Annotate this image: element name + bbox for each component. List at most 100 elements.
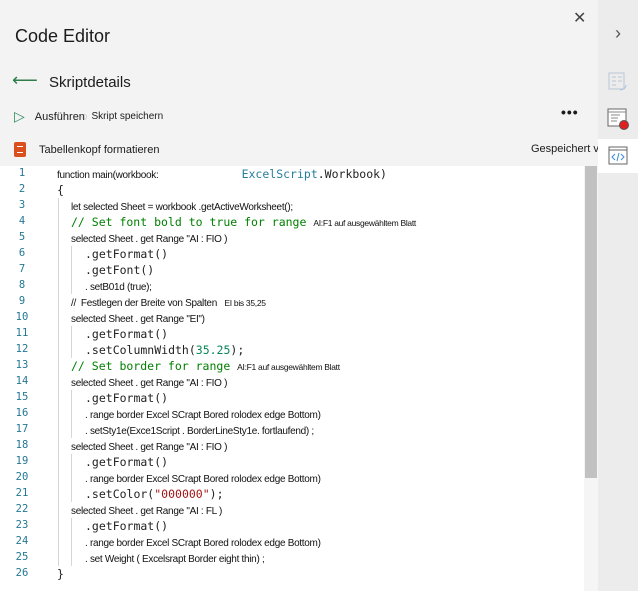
code-line[interactable]: 6 .getFormat() [0, 246, 584, 262]
code-line[interactable]: 5 selected Sheet . get Range "AI : FIO ) [0, 230, 584, 246]
code-line[interactable]: 17 . setSty1e(Exce1Script . BorderLineSty… [0, 422, 584, 438]
code-text: .getFormat() [85, 246, 168, 262]
code-token: function main(workbook: [57, 170, 159, 181]
line-number: 15 [15, 391, 29, 403]
code-line[interactable]: 14 selected Sheet . get Range "AI : FIO ) [0, 374, 584, 390]
collapse-pane-button[interactable]: › [598, 16, 638, 50]
line-number: 22 [15, 503, 29, 515]
line-number: 20 [15, 471, 29, 483]
code-line[interactable]: 16 . range border Excel SCrapt Bored rolo… [0, 406, 584, 422]
code-text: .getFormat() [85, 454, 168, 470]
indent-guide [71, 470, 72, 486]
code-line[interactable]: 13 // Set border for range AI:F1 auf ausg… [0, 358, 584, 374]
code-text: .getFont() [85, 262, 154, 278]
code-line[interactable]: 20 . range border Excel SCrapt Bored rolo… [0, 470, 584, 486]
vertical-scrollbar[interactable] [584, 166, 598, 591]
code-line[interactable]: 10 selected Sheet . get Range "EI") [0, 310, 584, 326]
arrow-left-icon[interactable]: ⟵ [12, 70, 38, 91]
line-number: 3 [18, 199, 26, 211]
indent-guide [58, 374, 59, 390]
line-number: 16 [15, 407, 29, 419]
code-token: selected Sheet . get Range "AI : FIO ) [71, 442, 228, 453]
line-number: 23 [15, 519, 29, 531]
line-number: 11 [15, 327, 29, 339]
code-line[interactable]: 9 // Festlegen der Breite von Spalten EI … [0, 294, 584, 310]
line-number: 24 [15, 535, 29, 547]
code-line[interactable]: 21 .setColor("000000"); [0, 486, 584, 502]
code-token: } [57, 567, 64, 581]
code-line[interactable]: 1 function main(workbook: ExcelScript.Wor… [0, 166, 584, 182]
line-number: 18 [15, 439, 29, 451]
indent-guide [58, 358, 59, 374]
record-script-button[interactable] [598, 102, 638, 136]
indent-guide [58, 534, 59, 550]
chevron-right-icon: › [615, 22, 621, 43]
indent-guide [58, 470, 59, 486]
table-refresh-icon [608, 72, 627, 91]
line-number: 19 [15, 455, 29, 467]
code-token: .getFont() [85, 263, 155, 277]
indent-guide [58, 310, 59, 326]
code-line[interactable]: 18 selected Sheet . get Range "AI : FIO ) [0, 438, 584, 454]
table-refresh-button[interactable] [598, 65, 638, 99]
save-script-button[interactable]: Skript speichern [91, 111, 163, 122]
code-line[interactable]: 19 .getFormat() [0, 454, 584, 470]
code-line[interactable]: 4 // Set font bold to true for range AI:F… [0, 214, 584, 230]
code-token: // Set border for range [71, 359, 238, 373]
code-line[interactable]: 3 let selected Sheet = workbook .getActiv… [0, 198, 584, 214]
save-icon[interactable]: ◌ [81, 111, 88, 123]
indent-guide [71, 454, 72, 470]
line-number: 4 [18, 215, 26, 227]
code-line[interactable]: 24 . range border Excel SCrapt Bored rolo… [0, 534, 584, 550]
script-name-row: Tabellenkopf formatieren [14, 142, 159, 157]
indent-guide [58, 502, 59, 518]
indent-guide [71, 262, 72, 278]
code-editor[interactable]: 1 function main(workbook: ExcelScript.Wor… [0, 166, 598, 591]
indent-guide [58, 454, 59, 470]
run-button[interactable]: Ausführen [35, 111, 85, 123]
code-line[interactable]: 15 .getFormat() [0, 390, 584, 406]
line-number: 7 [18, 263, 26, 275]
code-token: ); [230, 343, 245, 357]
more-options-button[interactable]: ••• [561, 104, 579, 120]
code-text: .getFormat() [85, 326, 168, 342]
indent-guide [58, 278, 59, 294]
line-number: 14 [15, 375, 29, 387]
code-token: selected Sheet . get Range "AI : FIO ) [71, 378, 228, 389]
code-text: .getFormat() [85, 518, 168, 534]
code-line[interactable]: 8 . setB01d (true); [0, 278, 584, 294]
indent-guide [58, 390, 59, 406]
scrollbar-thumb[interactable] [585, 166, 597, 478]
right-rail: › [598, 0, 638, 591]
code-token: 35.25 [195, 343, 231, 357]
code-token: selected Sheet . get Range "AI : FIO ) [71, 234, 228, 245]
code-line[interactable]: 2{ [0, 182, 584, 198]
panel-title: Code Editor [15, 26, 111, 46]
page-subtitle: Skriptdetails [49, 74, 131, 91]
code-token: .getFormat() [85, 247, 169, 261]
indent-guide [58, 518, 59, 534]
line-number: 2 [18, 183, 26, 195]
line-number: 8 [18, 279, 26, 291]
indent-guide [58, 550, 59, 566]
code-line[interactable]: 11 .getFormat() [0, 326, 584, 342]
play-icon[interactable]: ▷ [14, 108, 25, 125]
line-number: 13 [15, 359, 29, 371]
code-token: .getFormat() [85, 391, 169, 405]
indent-guide [58, 214, 59, 230]
line-number: 5 [18, 231, 26, 243]
code-line[interactable]: 26} [0, 566, 584, 582]
line-number: 26 [15, 567, 29, 579]
line-number: 6 [18, 247, 26, 259]
close-icon[interactable]: ✕ [573, 8, 586, 28]
code-line[interactable]: 25 . set Weight ( Excelsrapt Border eight… [0, 550, 584, 566]
code-editor-tab[interactable] [598, 139, 638, 173]
code-token: .setColumnWidth( [85, 343, 196, 357]
code-token: ExcelScript [241, 167, 318, 181]
code-line[interactable]: 23 .getFormat() [0, 518, 584, 534]
line-number: 21 [15, 487, 29, 499]
code-line[interactable]: 12 .setColumnWidth(35.25); [0, 342, 584, 358]
code-line[interactable]: 22 selected Sheet . get Range "AI : FL ) [0, 502, 584, 518]
indent-guide [58, 486, 59, 502]
code-line[interactable]: 7 .getFont() [0, 262, 584, 278]
